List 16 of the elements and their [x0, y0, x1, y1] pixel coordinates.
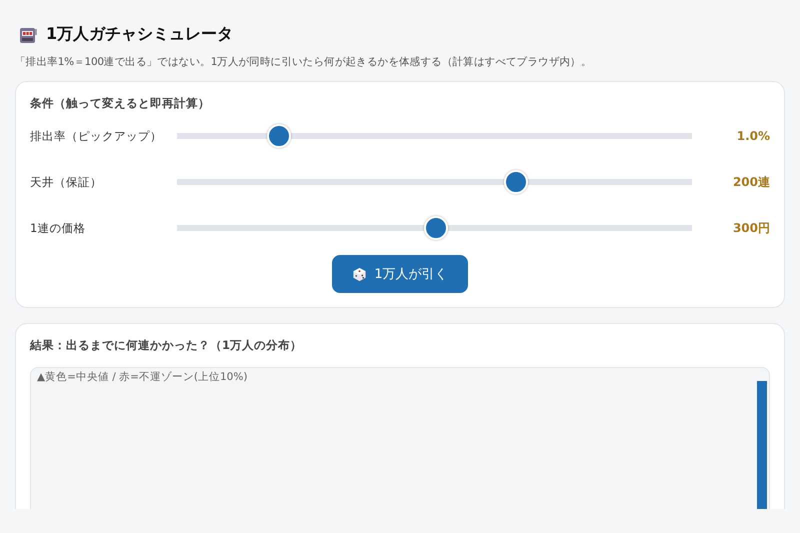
chart-legend: ▲黄色=中央値 / 赤=不運ゾーン(上位10%) [37, 370, 248, 384]
slider-value: 200連 [732, 174, 770, 190]
draw-button[interactable]: 1万人が引く [332, 255, 468, 293]
subtitle: 「排出率1%＝100連で出る」ではない。1万人が同時に引いたら何が起きるかを体感する（計算はすべてブラウザ内）。 [15, 55, 593, 69]
page-title: 1万人ガチャシミュレータ [46, 24, 234, 45]
slider-value: 1.0% [736, 129, 770, 143]
slider-thumb[interactable] [504, 170, 528, 194]
slider-label: 天井（保証） [30, 174, 103, 190]
card-heading: 結果：出るまでに何連かかった？（1万人の分布） [30, 338, 304, 353]
card-heading: 条件（触って変えると即再計算） [30, 96, 211, 111]
slider-thumb[interactable] [266, 124, 291, 148]
slider-value: 300円 [732, 220, 770, 236]
slider-thumb[interactable] [424, 216, 448, 240]
dice-icon [352, 266, 368, 282]
slider-label: 1連の価格 [30, 220, 86, 236]
slider-label: 排出率（ピックアップ） [30, 128, 163, 144]
